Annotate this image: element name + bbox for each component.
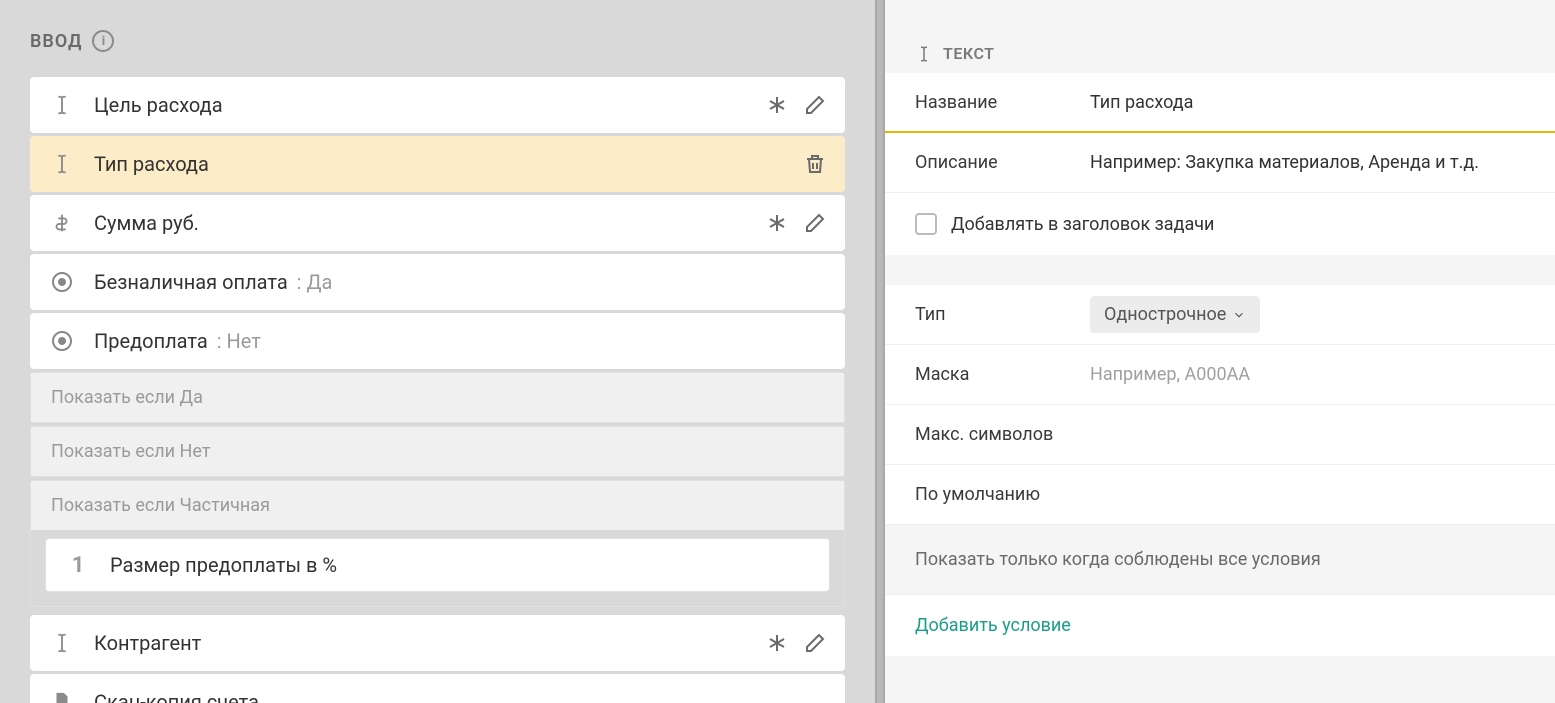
spacer [885, 255, 1555, 285]
text-cursor-icon [48, 153, 76, 175]
number-icon: 1 [64, 553, 92, 578]
cond-partial[interactable]: Показать если Частичная 1 Размер предопл… [30, 480, 845, 607]
add-to-title-row[interactable]: Добавлять в заголовок задачи [885, 193, 1555, 255]
panel-divider[interactable] [875, 0, 885, 703]
info-icon[interactable]: i [92, 30, 114, 52]
section-header: ВВОД i [30, 30, 845, 52]
field-scan[interactable]: Скан-копия счета [30, 674, 845, 703]
right-panel: ТЕКСТ Название Тип расхода Описание Напр… [885, 0, 1555, 703]
edit-icon[interactable] [803, 631, 827, 655]
field-label: Предоплата : Нет [94, 329, 827, 353]
field-label: Цель расхода [94, 93, 765, 117]
prop-type[interactable]: Тип Однострочное [885, 285, 1555, 345]
conditions-note: Показать только когда соблюдены все усло… [885, 525, 1555, 594]
prop-label: Макс. символов [915, 424, 1090, 445]
trash-icon[interactable] [803, 152, 827, 176]
type-value: Однострочное [1104, 304, 1226, 325]
checkbox-label: Добавлять в заголовок задачи [951, 214, 1214, 235]
field-label: Сумма руб. [94, 211, 765, 235]
prepay-value: : Нет [217, 329, 261, 353]
prop-label: Тип [915, 304, 1090, 325]
type-select[interactable]: Однострочное [1090, 296, 1260, 333]
prop-label: Маска [915, 364, 1090, 385]
prepay-label: Предоплата [94, 329, 208, 353]
field-label: Размер предоплаты в % [110, 553, 811, 577]
right-header-label: ТЕКСТ [943, 44, 995, 63]
cond-label: Показать если Частичная [31, 481, 844, 530]
desc-input[interactable]: Например: Закупка материалов, Аренда и т… [1090, 152, 1525, 173]
required-icon[interactable] [765, 211, 789, 235]
prop-mask[interactable]: Маска Например, А000АА [885, 345, 1555, 405]
cond-label: Показать если Нет [31, 427, 844, 476]
name-input[interactable]: Тип расхода [1090, 92, 1525, 113]
field-prepay[interactable]: Предоплата : Нет [30, 313, 845, 369]
field-type[interactable]: Тип расхода [30, 136, 845, 192]
prop-label: Описание [915, 152, 1090, 173]
field-cashless[interactable]: Безналичная оплата : Да [30, 254, 845, 310]
prop-maxchars[interactable]: Макс. символов [885, 405, 1555, 465]
text-cursor-icon [48, 94, 76, 116]
field-contractor[interactable]: Контрагент [30, 615, 845, 671]
field-label: Контрагент [94, 631, 765, 655]
cashless-value: : Да [297, 270, 333, 294]
prop-name[interactable]: Название Тип расхода [885, 73, 1555, 133]
mask-input[interactable]: Например, А000АА [1090, 364, 1525, 385]
prop-label: По умолчанию [915, 484, 1090, 505]
section-title: ВВОД [30, 31, 82, 52]
checkbox-icon[interactable] [915, 213, 937, 235]
prop-default[interactable]: По умолчанию [885, 465, 1555, 525]
cond-no[interactable]: Показать если Нет [30, 426, 845, 477]
edit-icon[interactable] [803, 211, 827, 235]
field-prepay-size[interactable]: 1 Размер предоплаты в % [45, 538, 830, 592]
prop-label: Название [915, 92, 1090, 113]
required-icon[interactable] [765, 93, 789, 117]
dollar-icon [48, 212, 76, 234]
cashless-label: Безналичная оплата [94, 270, 288, 294]
radio-icon [48, 331, 76, 351]
file-icon [48, 691, 76, 703]
field-purpose[interactable]: Цель расхода [30, 77, 845, 133]
chevron-down-icon [1232, 308, 1246, 322]
add-condition-link[interactable]: Добавить условие [885, 594, 1555, 656]
text-cursor-icon [915, 45, 933, 63]
field-amount[interactable]: Сумма руб. [30, 195, 845, 251]
prop-description[interactable]: Описание Например: Закупка материалов, А… [885, 133, 1555, 193]
required-icon[interactable] [765, 631, 789, 655]
left-panel: ВВОД i Цель расхода Тип расхода Сумма ру… [0, 0, 875, 703]
right-header: ТЕКСТ [885, 0, 1555, 73]
field-label: Тип расхода [94, 152, 803, 176]
cond-yes[interactable]: Показать если Да [30, 372, 845, 423]
cond-label: Показать если Да [31, 373, 844, 422]
field-label: Скан-копия счета [94, 690, 827, 703]
radio-icon [48, 272, 76, 292]
edit-icon[interactable] [803, 93, 827, 117]
field-label: Безналичная оплата : Да [94, 270, 827, 294]
text-cursor-icon [48, 632, 76, 654]
